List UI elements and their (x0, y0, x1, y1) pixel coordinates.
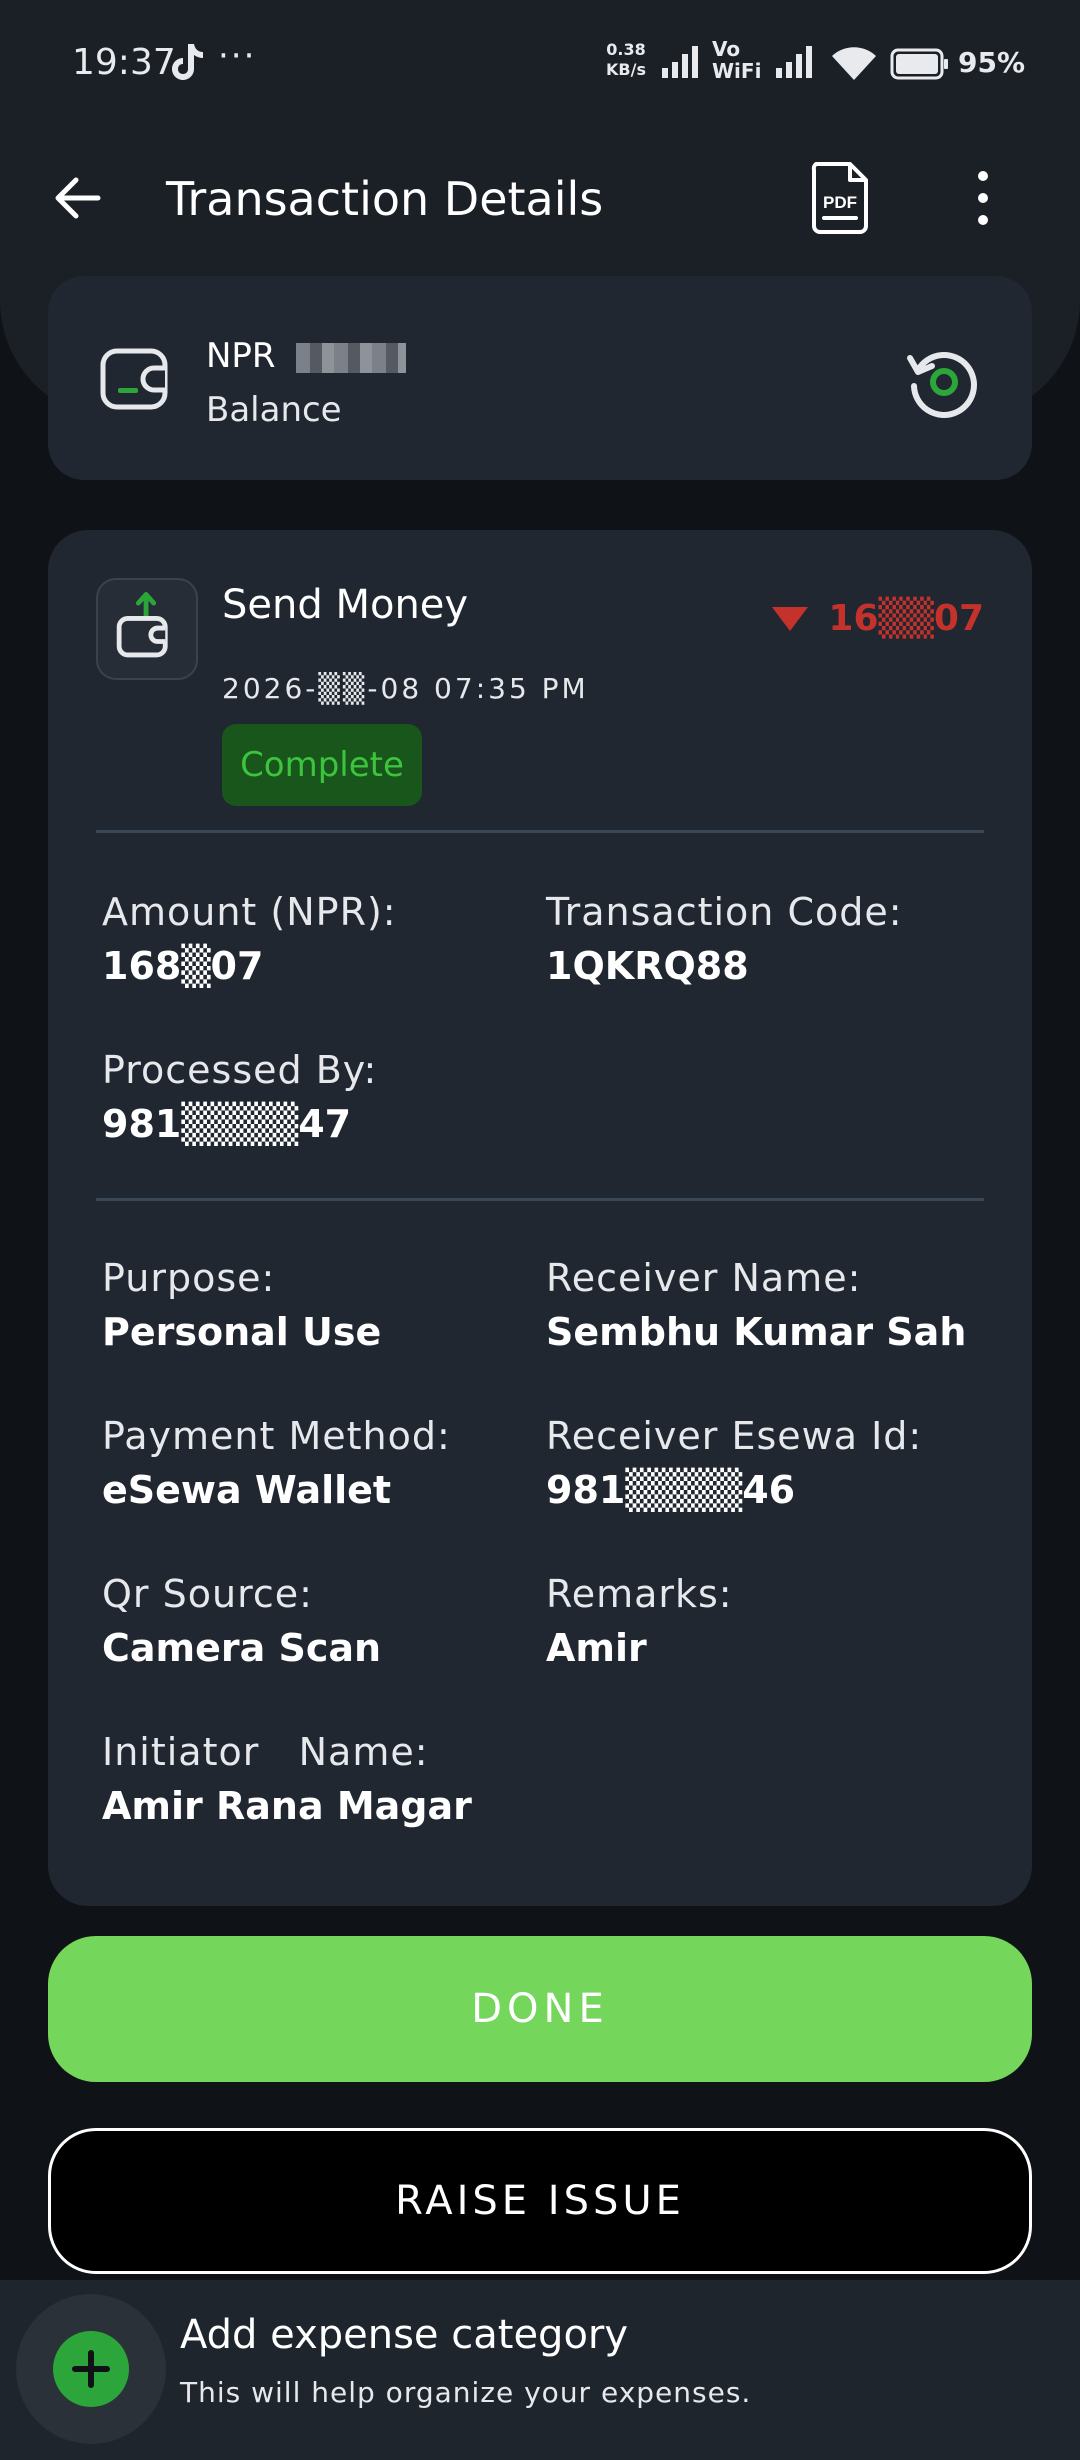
vowifi-top: Vo (712, 37, 741, 61)
purpose-value: Personal Use (102, 1310, 382, 1354)
amount-value: 168▒07 (102, 944, 264, 988)
pdf-label: PDF (823, 193, 857, 212)
transaction-amount: 16▒▒07 (772, 598, 984, 639)
vowifi-bottom: WiFi (712, 59, 762, 83)
battery-icon (890, 48, 948, 80)
balance-hidden-value (296, 342, 407, 373)
send-money-icon (116, 592, 168, 658)
page-title: Transaction Details (166, 172, 604, 226)
add-expense-category-subtitle: This will help organize your expenses. (180, 2376, 752, 2409)
tiktok-icon (172, 44, 203, 80)
processed-by-value: 981▒▒▒▒47 (102, 1102, 352, 1146)
plus-icon (72, 2350, 110, 2388)
back-arrow-icon[interactable] (50, 170, 106, 226)
processed-by-label: Processed By: (102, 1048, 378, 1092)
payment-method-value: eSewa Wallet (102, 1468, 392, 1512)
transaction-card: Send Money 16▒▒07 2026-▒▒-08 07:35 PM Co… (48, 530, 1032, 1906)
wifi-icon (832, 47, 876, 80)
signal-icon (662, 46, 698, 78)
balance-card: NPR Balance (48, 276, 1032, 480)
receiver-esewa-id-value: 981▒▒▒▒46 (546, 1468, 796, 1512)
transaction-code-value: 1QKRQ88 (546, 944, 749, 988)
network-speed-unit: KB/s (606, 60, 646, 79)
balance-label: Balance (206, 390, 342, 430)
initiator-name-label: Initiator Name: (102, 1730, 429, 1774)
transaction-amount-value: 16▒▒07 (828, 598, 984, 639)
raise-issue-button[interactable]: RAISE ISSUE (48, 2128, 1032, 2274)
done-button[interactable]: DONE (48, 1936, 1032, 2082)
status-more-dots: ··· (218, 36, 257, 76)
status-badge: Complete (222, 724, 422, 806)
pdf-icon[interactable]: PDF (808, 160, 872, 236)
add-icon (53, 2331, 129, 2407)
purpose-label: Purpose: (102, 1256, 276, 1300)
add-expense-category-banner[interactable]: Add expense category This will help orga… (0, 2280, 1080, 2460)
transaction-date: 2026-▒▒-08 07:35 PM (222, 672, 589, 705)
debit-arrow-icon (772, 606, 809, 631)
divider (96, 1198, 984, 1201)
balance-currency: NPR (206, 336, 276, 376)
network-speed: 0.38 KB/s (606, 40, 646, 80)
status-time: 19:37 (72, 42, 176, 83)
vowifi-indicator: Vo WiFi (712, 38, 761, 82)
divider (96, 830, 984, 833)
transaction-type-icon-box (96, 578, 198, 680)
status-bar: 19:37 ··· 0.38 KB/s Vo WiFi 95% (0, 0, 1080, 120)
battery-percent: 95% (958, 46, 1026, 79)
transaction-type: Send Money (222, 582, 469, 628)
network-speed-value: 0.38 (606, 40, 646, 59)
transaction-code-label: Transaction Code: (546, 890, 903, 934)
add-expense-category-button[interactable] (16, 2294, 166, 2444)
qr-source-label: Qr Source: (102, 1572, 313, 1616)
qr-source-value: Camera Scan (102, 1626, 382, 1670)
refresh-icon[interactable] (904, 344, 980, 420)
receiver-esewa-id-label: Receiver Esewa Id: (546, 1414, 923, 1458)
add-expense-category-title: Add expense category (180, 2312, 629, 2358)
amount-label: Amount (NPR): (102, 890, 397, 934)
payment-method-label: Payment Method: (102, 1414, 451, 1458)
more-vertical-icon[interactable] (968, 168, 998, 228)
signal-icon-2 (776, 46, 812, 78)
balance-amount: NPR (206, 336, 407, 376)
receiver-name-label: Receiver Name: (546, 1256, 862, 1300)
receiver-name-value: Sembhu Kumar Sah (546, 1310, 967, 1354)
remarks-label: Remarks: (546, 1572, 733, 1616)
initiator-name-value: Amir Rana Magar (102, 1784, 472, 1828)
remarks-value: Amir (546, 1626, 647, 1670)
wallet-icon (100, 348, 168, 410)
